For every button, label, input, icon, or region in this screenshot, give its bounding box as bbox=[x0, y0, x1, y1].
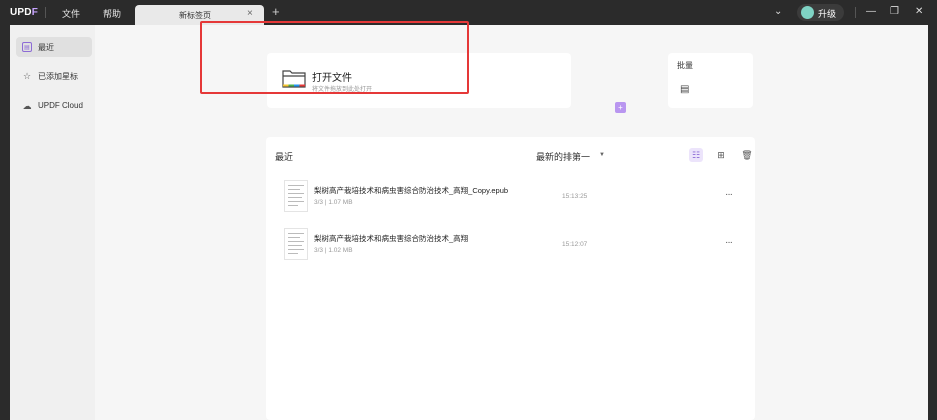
file-time: 15:12:07 bbox=[562, 241, 588, 248]
more-icon[interactable]: ··· bbox=[725, 189, 733, 200]
recent-panel: 最近 最新的排第一 ▼ ☷ ⊞ 🗑 梨树高产栽培技术和病虫害综合防治技术_高翔_… bbox=[266, 137, 755, 420]
divider bbox=[45, 7, 46, 18]
file-time: 15:13:25 bbox=[562, 193, 588, 200]
list-view-icon[interactable]: ☷ bbox=[689, 148, 703, 162]
add-tab-icon[interactable]: + bbox=[272, 5, 280, 18]
list-item[interactable]: 梨树高产栽培技术和病虫害综合防治技术_高翔_Copy.epub 3/3 | 1.… bbox=[266, 177, 755, 217]
grid-view-icon[interactable]: ⊞ bbox=[714, 148, 728, 162]
sidebar-item-label: UPDF Cloud bbox=[38, 101, 83, 110]
minimize-icon[interactable]: — bbox=[866, 6, 876, 18]
upgrade-label: 升级 bbox=[818, 9, 837, 19]
star-icon: ☆ bbox=[22, 71, 32, 81]
chevron-down-icon[interactable]: ▼ bbox=[599, 152, 605, 158]
file-thumbnail bbox=[284, 228, 308, 260]
highlight-box bbox=[200, 21, 469, 94]
batch-icon: ▤ bbox=[680, 84, 690, 95]
avatar bbox=[801, 6, 814, 19]
create-button[interactable]: + bbox=[615, 102, 626, 113]
close-tab-icon[interactable]: × bbox=[247, 8, 253, 19]
app-logo: UPDF bbox=[10, 7, 39, 18]
sort-dropdown[interactable]: 最新的排第一 bbox=[536, 150, 590, 163]
chevron-down-icon[interactable]: ⌄ bbox=[774, 6, 782, 18]
sidebar-item-recent[interactable]: ▤ 最近 bbox=[16, 37, 92, 57]
recent-title: 最近 bbox=[275, 152, 294, 162]
file-name: 梨树高产栽培技术和病虫害综合防治技术_高翔_Copy.epub bbox=[314, 186, 509, 195]
tab-label: 新标签页 bbox=[179, 11, 211, 20]
menu-file[interactable]: 文件 bbox=[62, 7, 80, 20]
divider bbox=[855, 7, 856, 18]
sidebar: ▤ 最近 ☆ 已添加星标 ☁ UPDF Cloud bbox=[10, 25, 95, 420]
trash-icon[interactable]: 🗑 bbox=[740, 148, 754, 162]
menu-help[interactable]: 帮助 bbox=[103, 7, 121, 20]
file-meta: 3/3 | 1.07 MB bbox=[314, 199, 353, 206]
batch-label: 批量 bbox=[677, 61, 693, 70]
batch-card[interactable]: 批量 ▤ bbox=[668, 53, 753, 108]
sidebar-item-label: 最近 bbox=[38, 43, 54, 52]
file-name: 梨树高产栽培技术和病虫害综合防治技术_高翔 bbox=[314, 234, 469, 243]
restore-icon[interactable]: ❐ bbox=[890, 6, 899, 18]
sidebar-item-cloud[interactable]: ☁ UPDF Cloud bbox=[16, 96, 92, 116]
more-icon[interactable]: ··· bbox=[725, 237, 733, 248]
cloud-icon: ☁ bbox=[22, 101, 32, 111]
sidebar-item-label: 已添加星标 bbox=[38, 72, 78, 81]
file-thumbnail bbox=[284, 180, 308, 212]
sidebar-item-starred[interactable]: ☆ 已添加星标 bbox=[16, 66, 92, 86]
list-item[interactable]: 梨树高产栽培技术和病虫害综合防治技术_高翔 3/3 | 1.02 MB 15:1… bbox=[266, 225, 755, 265]
upgrade-button[interactable]: 升级 bbox=[797, 4, 844, 21]
main-window: ▤ 最近 ☆ 已添加星标 ☁ UPDF Cloud 打开文件 将文件拖放到此处打… bbox=[10, 25, 928, 420]
recent-icon: ▤ bbox=[22, 42, 32, 52]
file-meta: 3/3 | 1.02 MB bbox=[314, 247, 353, 254]
close-window-icon[interactable]: ✕ bbox=[915, 6, 923, 18]
